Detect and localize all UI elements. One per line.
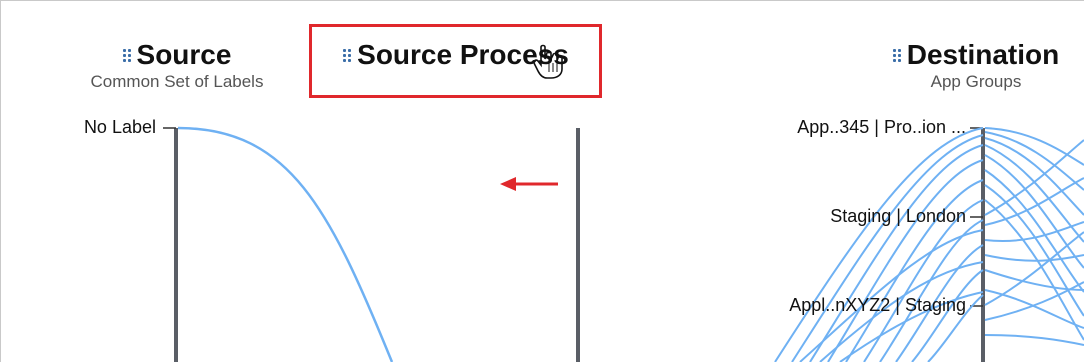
destination-title-row[interactable]: Destination — [892, 39, 1060, 70]
destination-axis-label[interactable]: Appl..nXYZ2 | Staging — [789, 295, 966, 316]
source-subtitle: Common Set of Labels — [90, 72, 264, 91]
parallel-sets-chart: Source Common Set of Labels Source Proce… — [0, 0, 1084, 362]
source-column-header[interactable]: Source Common Set of Labels — [62, 40, 292, 92]
destination-subtitle: App Groups — [930, 72, 1022, 91]
source-axis-label[interactable]: No Label — [84, 117, 156, 138]
highlight-box — [309, 24, 602, 98]
destination-axis-label[interactable]: App..345 | Pro..ion ... — [797, 117, 966, 138]
destination-link-bundle — [774, 127, 1084, 362]
source-title: Source — [136, 39, 232, 70]
destination-axis-label[interactable]: Staging | London — [830, 206, 966, 227]
drag-handle-icon[interactable] — [892, 48, 901, 62]
source-link-curve — [177, 126, 394, 362]
drag-handle-icon[interactable] — [122, 48, 131, 62]
destination-title: Destination — [906, 39, 1060, 70]
destination-column-header[interactable]: Destination App Groups — [868, 40, 1084, 92]
source-title-row[interactable]: Source — [122, 39, 232, 70]
left-arrow-icon — [500, 177, 558, 191]
